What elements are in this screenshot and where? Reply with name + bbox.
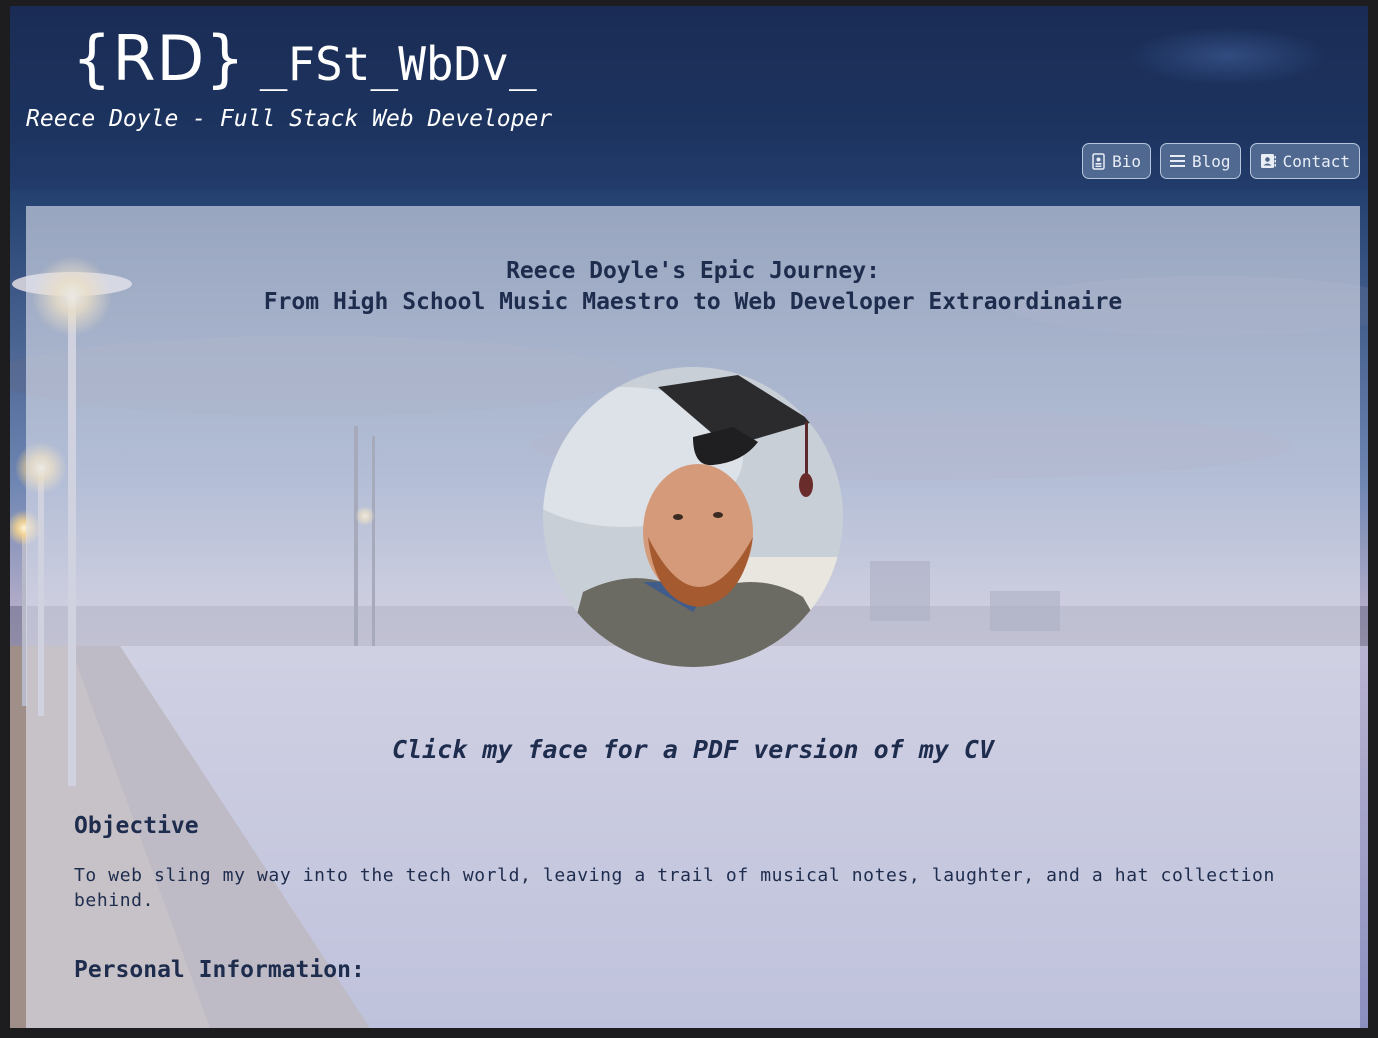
cv-caption: Click my face for a PDF version of my CV	[391, 735, 995, 764]
site-logo[interactable]: {RD} _FSt_WbDv_	[72, 28, 537, 90]
site-subtitle: Reece Doyle - Full Stack Web Developer	[26, 106, 553, 132]
nav-contact-label: Contact	[1282, 151, 1350, 171]
menu-lines-icon	[1170, 155, 1186, 167]
bio-content-panel: Reece Doyle's Epic Journey: From High Sc…	[26, 206, 1360, 1028]
page-heading: Reece Doyle's Epic Journey: From High Sc…	[26, 256, 1360, 318]
id-badge-icon	[1092, 152, 1105, 170]
logo-wordmark: _FSt_WbDv_	[259, 37, 537, 91]
objective-text: To web sling my way into the tech world,…	[74, 865, 1275, 911]
nav-blog-button[interactable]: Blog	[1160, 143, 1241, 179]
contact-card-icon	[1260, 154, 1276, 168]
personal-information-heading: Personal Information:	[74, 957, 365, 983]
nav-blog-label: Blog	[1192, 151, 1231, 171]
site-header: {RD} _FSt_WbDv_ Reece Doyle - Full Stack …	[10, 6, 1368, 190]
profile-photo	[543, 367, 843, 667]
page-frame: {RD} _FSt_WbDv_ Reece Doyle - Full Stack …	[10, 6, 1368, 1028]
main-nav: Bio Blog Contact	[1082, 143, 1360, 179]
objective-heading: Objective	[74, 813, 199, 839]
page-heading-line-1: Reece Doyle's Epic Journey:	[506, 258, 880, 284]
nav-bio-label: Bio	[1112, 151, 1142, 171]
nav-bio-button[interactable]: Bio	[1082, 143, 1152, 179]
nav-contact-button[interactable]: Contact	[1249, 143, 1360, 179]
profile-photo-cv-link[interactable]	[543, 367, 843, 667]
header-glow	[1128, 26, 1328, 86]
page-heading-line-2: From High School Music Maestro to Web De…	[263, 289, 1123, 315]
logo-initials: {RD}	[72, 22, 246, 95]
